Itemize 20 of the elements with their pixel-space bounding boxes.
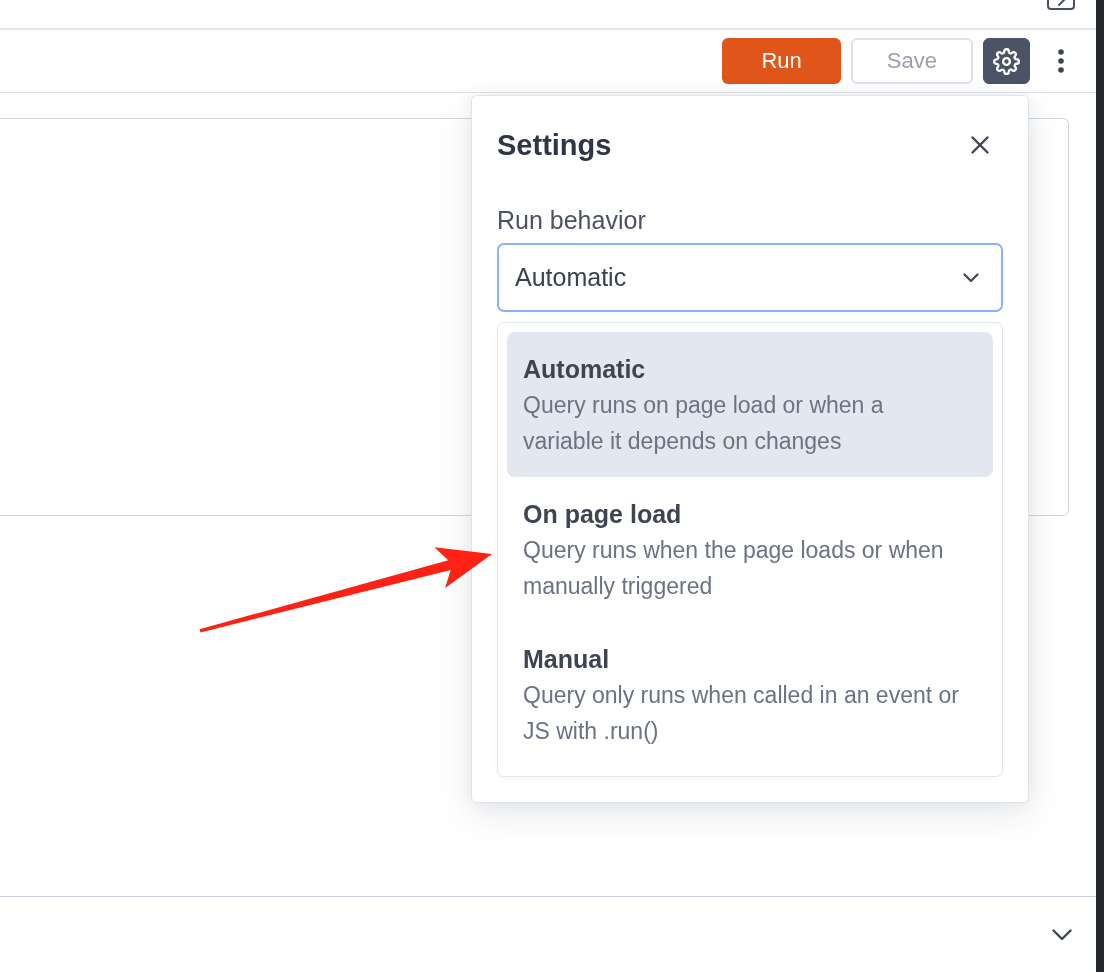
popover-title: Settings <box>497 128 612 163</box>
settings-button[interactable] <box>983 38 1030 84</box>
option-description: Query runs on page load or when a variable it depends on changes <box>523 391 885 456</box>
dropdown-option[interactable]: Automatic Query runs on page load or when a variable it depends on changes <box>507 332 993 477</box>
option-title: Automatic <box>523 354 647 385</box>
dropdown-option[interactable]: On page load Query runs when the page loads or when manually triggered <box>507 477 993 622</box>
dropdown-option[interactable]: Manual Query only runs when called in an event or JS with .run() <box>507 622 993 767</box>
field-label: Run behavior <box>497 205 647 235</box>
option-title: On page load <box>523 499 683 530</box>
chevron-down-icon[interactable] <box>1052 928 1072 941</box>
close-icon[interactable] <box>971 136 989 154</box>
option-description: Query runs when the page loads or when manually triggered <box>523 536 945 601</box>
run-button[interactable]: Run <box>722 38 841 84</box>
more-icon[interactable] <box>1058 49 1064 73</box>
external-link-icon[interactable] <box>1047 0 1075 10</box>
option-description: Query only runs when called in an event or JS with .run() <box>523 681 960 746</box>
option-title: Manual <box>523 644 611 675</box>
chevron-down-icon <box>963 272 979 283</box>
run-behavior-select[interactable]: Automatic <box>497 243 1003 312</box>
settings-icon <box>993 47 1020 75</box>
